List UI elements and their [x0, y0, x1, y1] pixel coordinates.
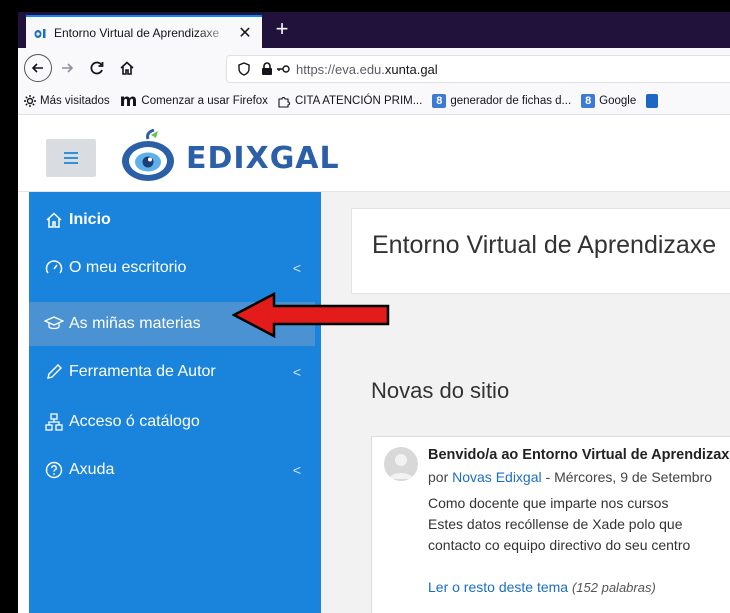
bookmarks-toolbar: Más visitados m Comenzar a usar Firefox …	[18, 88, 730, 115]
browser-tab[interactable]: Entorno Virtual de Aprendizaxe ✕	[26, 15, 262, 48]
pencil-icon	[43, 361, 65, 383]
sidebar-item-label: Ferramenta de Autor	[69, 363, 216, 380]
bookmark-generador-fichas[interactable]: 8 generador de fichas d...	[432, 94, 571, 108]
url-text[interactable]: https://eva.edu.xunta.gal	[296, 62, 438, 77]
sidebar-item-acceso-catalogo[interactable]: Acceso ó catálogo	[29, 400, 321, 444]
chevron-left-icon: <	[292, 462, 301, 478]
word-count: (152 palabras)	[571, 580, 656, 595]
page-title: Entorno Virtual de Aprendizaxe	[372, 231, 717, 259]
navigation-bar: https://eva.edu.xunta.gal	[18, 48, 730, 88]
main-content: Entorno Virtual de Aprendizaxe Novas do …	[321, 192, 730, 613]
question-circle-icon	[43, 459, 65, 481]
eva-favicon-icon	[34, 26, 48, 40]
lock-icon[interactable]	[261, 62, 273, 76]
shield-icon[interactable]	[237, 62, 251, 76]
url-prefix: https://eva.edu.	[296, 61, 385, 77]
hamburger-icon	[64, 152, 78, 164]
sidebar-item-ferramenta-de-autor[interactable]: Ferramenta de Autor <	[29, 350, 321, 394]
edixgal-logo-icon[interactable]	[118, 128, 178, 183]
arrow-right-icon	[62, 63, 74, 73]
reload-icon	[90, 61, 104, 75]
key-icon	[276, 64, 290, 74]
read-more-link[interactable]: Ler o resto deste tema (152 palabras)	[428, 579, 656, 595]
reload-button[interactable]	[82, 53, 112, 83]
gear-icon	[24, 95, 36, 107]
bookmark-label: CITA ATENCIÓN PRIM...	[294, 95, 423, 107]
bookmark-outlook[interactable]	[646, 94, 662, 108]
sidebar-item-label: Acceso ó catálogo	[69, 413, 200, 430]
outlook-icon	[646, 94, 659, 108]
bookmark-comenzar-firefox[interactable]: m Comenzar a usar Firefox	[119, 91, 268, 111]
browser-window: Entorno Virtual de Aprendizaxe ✕ + https…	[18, 12, 730, 613]
post-meta: por Novas Edixgal - Mércores, 9 de Setem…	[428, 469, 712, 485]
tab-bar: Entorno Virtual de Aprendizaxe ✕ +	[18, 12, 730, 48]
forward-button[interactable]	[52, 53, 82, 83]
bookmark-mas-visitados[interactable]: Más visitados	[24, 95, 110, 107]
chevron-left-icon: <	[292, 364, 301, 380]
m-logo-icon: m	[119, 91, 138, 111]
sitemap-icon	[43, 411, 65, 433]
bookmark-label: generador de fichas d...	[450, 95, 572, 107]
post-author-link[interactable]: Novas Edixgal	[452, 469, 542, 485]
tab-title: Entorno Virtual de Aprendizaxe	[54, 25, 220, 40]
post-body-line: contacto co equipo directivo do seu cent…	[428, 537, 691, 553]
chevron-left-icon: <	[292, 260, 301, 276]
post-body: Como docente que imparte nos cursos Este…	[428, 493, 690, 556]
screenshot-frame: Entorno Virtual de Aprendizaxe ✕ + https…	[0, 0, 730, 613]
post-title: Benvido/a ao Entorno Virtual de Aprendiz…	[428, 447, 730, 463]
sidebar-item-inicio[interactable]: Inicio	[29, 198, 321, 242]
bookmark-label: Google	[599, 95, 637, 107]
forum-post: Benvido/a ao Entorno Virtual de Aprendiz…	[371, 436, 730, 613]
news-heading: Novas do sitio	[371, 378, 510, 403]
post-date: - Mércores, 9 de Setembro	[541, 469, 713, 485]
read-more-label: Ler o resto deste tema	[428, 579, 569, 595]
site-header: EDIXGAL	[18, 115, 730, 192]
new-tab-button[interactable]: +	[268, 16, 296, 44]
close-tab-icon[interactable]: ✕	[236, 23, 254, 43]
red-arrow-annotation-icon	[232, 291, 390, 339]
post-body-line: Estes datos recóllense de Xade polo que	[428, 516, 683, 532]
post-by: por	[428, 469, 449, 485]
blue-8-icon: 8	[581, 94, 596, 108]
page-title-card: Entorno Virtual de Aprendizaxe	[351, 208, 730, 294]
menu-toggle-button[interactable]	[46, 139, 96, 177]
url-domain: xunta.gal	[384, 61, 438, 77]
blue-8-icon: 8	[432, 94, 447, 108]
sidebar-item-label: Axuda	[69, 461, 115, 478]
sidebar-item-axuda[interactable]: Axuda <	[29, 448, 321, 492]
avatar[interactable]	[384, 447, 418, 481]
sidebar: Inicio O meu escritorio < As miñas mater…	[29, 192, 321, 613]
back-button[interactable]	[24, 54, 52, 82]
home-icon	[120, 61, 134, 75]
dashboard-icon	[43, 257, 65, 279]
puzzle-icon	[278, 95, 291, 108]
address-bar[interactable]: https://eva.edu.xunta.gal	[226, 55, 730, 83]
sidebar-item-label: O meu escritorio	[69, 259, 187, 276]
graduation-cap-icon	[43, 313, 65, 335]
home-button[interactable]	[112, 53, 142, 83]
post-body-line: Como docente que imparte nos cursos	[428, 495, 669, 511]
home-icon	[43, 209, 65, 231]
sidebar-item-o-meu-escritorio[interactable]: O meu escritorio <	[29, 246, 321, 290]
sidebar-item-label: As miñas materias	[69, 315, 201, 332]
arrow-left-icon	[31, 63, 43, 73]
bookmark-label: Más visitados	[40, 95, 110, 107]
bookmark-label: Comenzar a usar Firefox	[141, 95, 268, 107]
bookmark-google[interactable]: 8 Google	[581, 94, 636, 108]
bookmark-cita-atencion[interactable]: CITA ATENCIÓN PRIM...	[278, 95, 422, 108]
brand-name[interactable]: EDIXGAL	[186, 141, 340, 176]
sidebar-item-label: Inicio	[69, 211, 111, 228]
